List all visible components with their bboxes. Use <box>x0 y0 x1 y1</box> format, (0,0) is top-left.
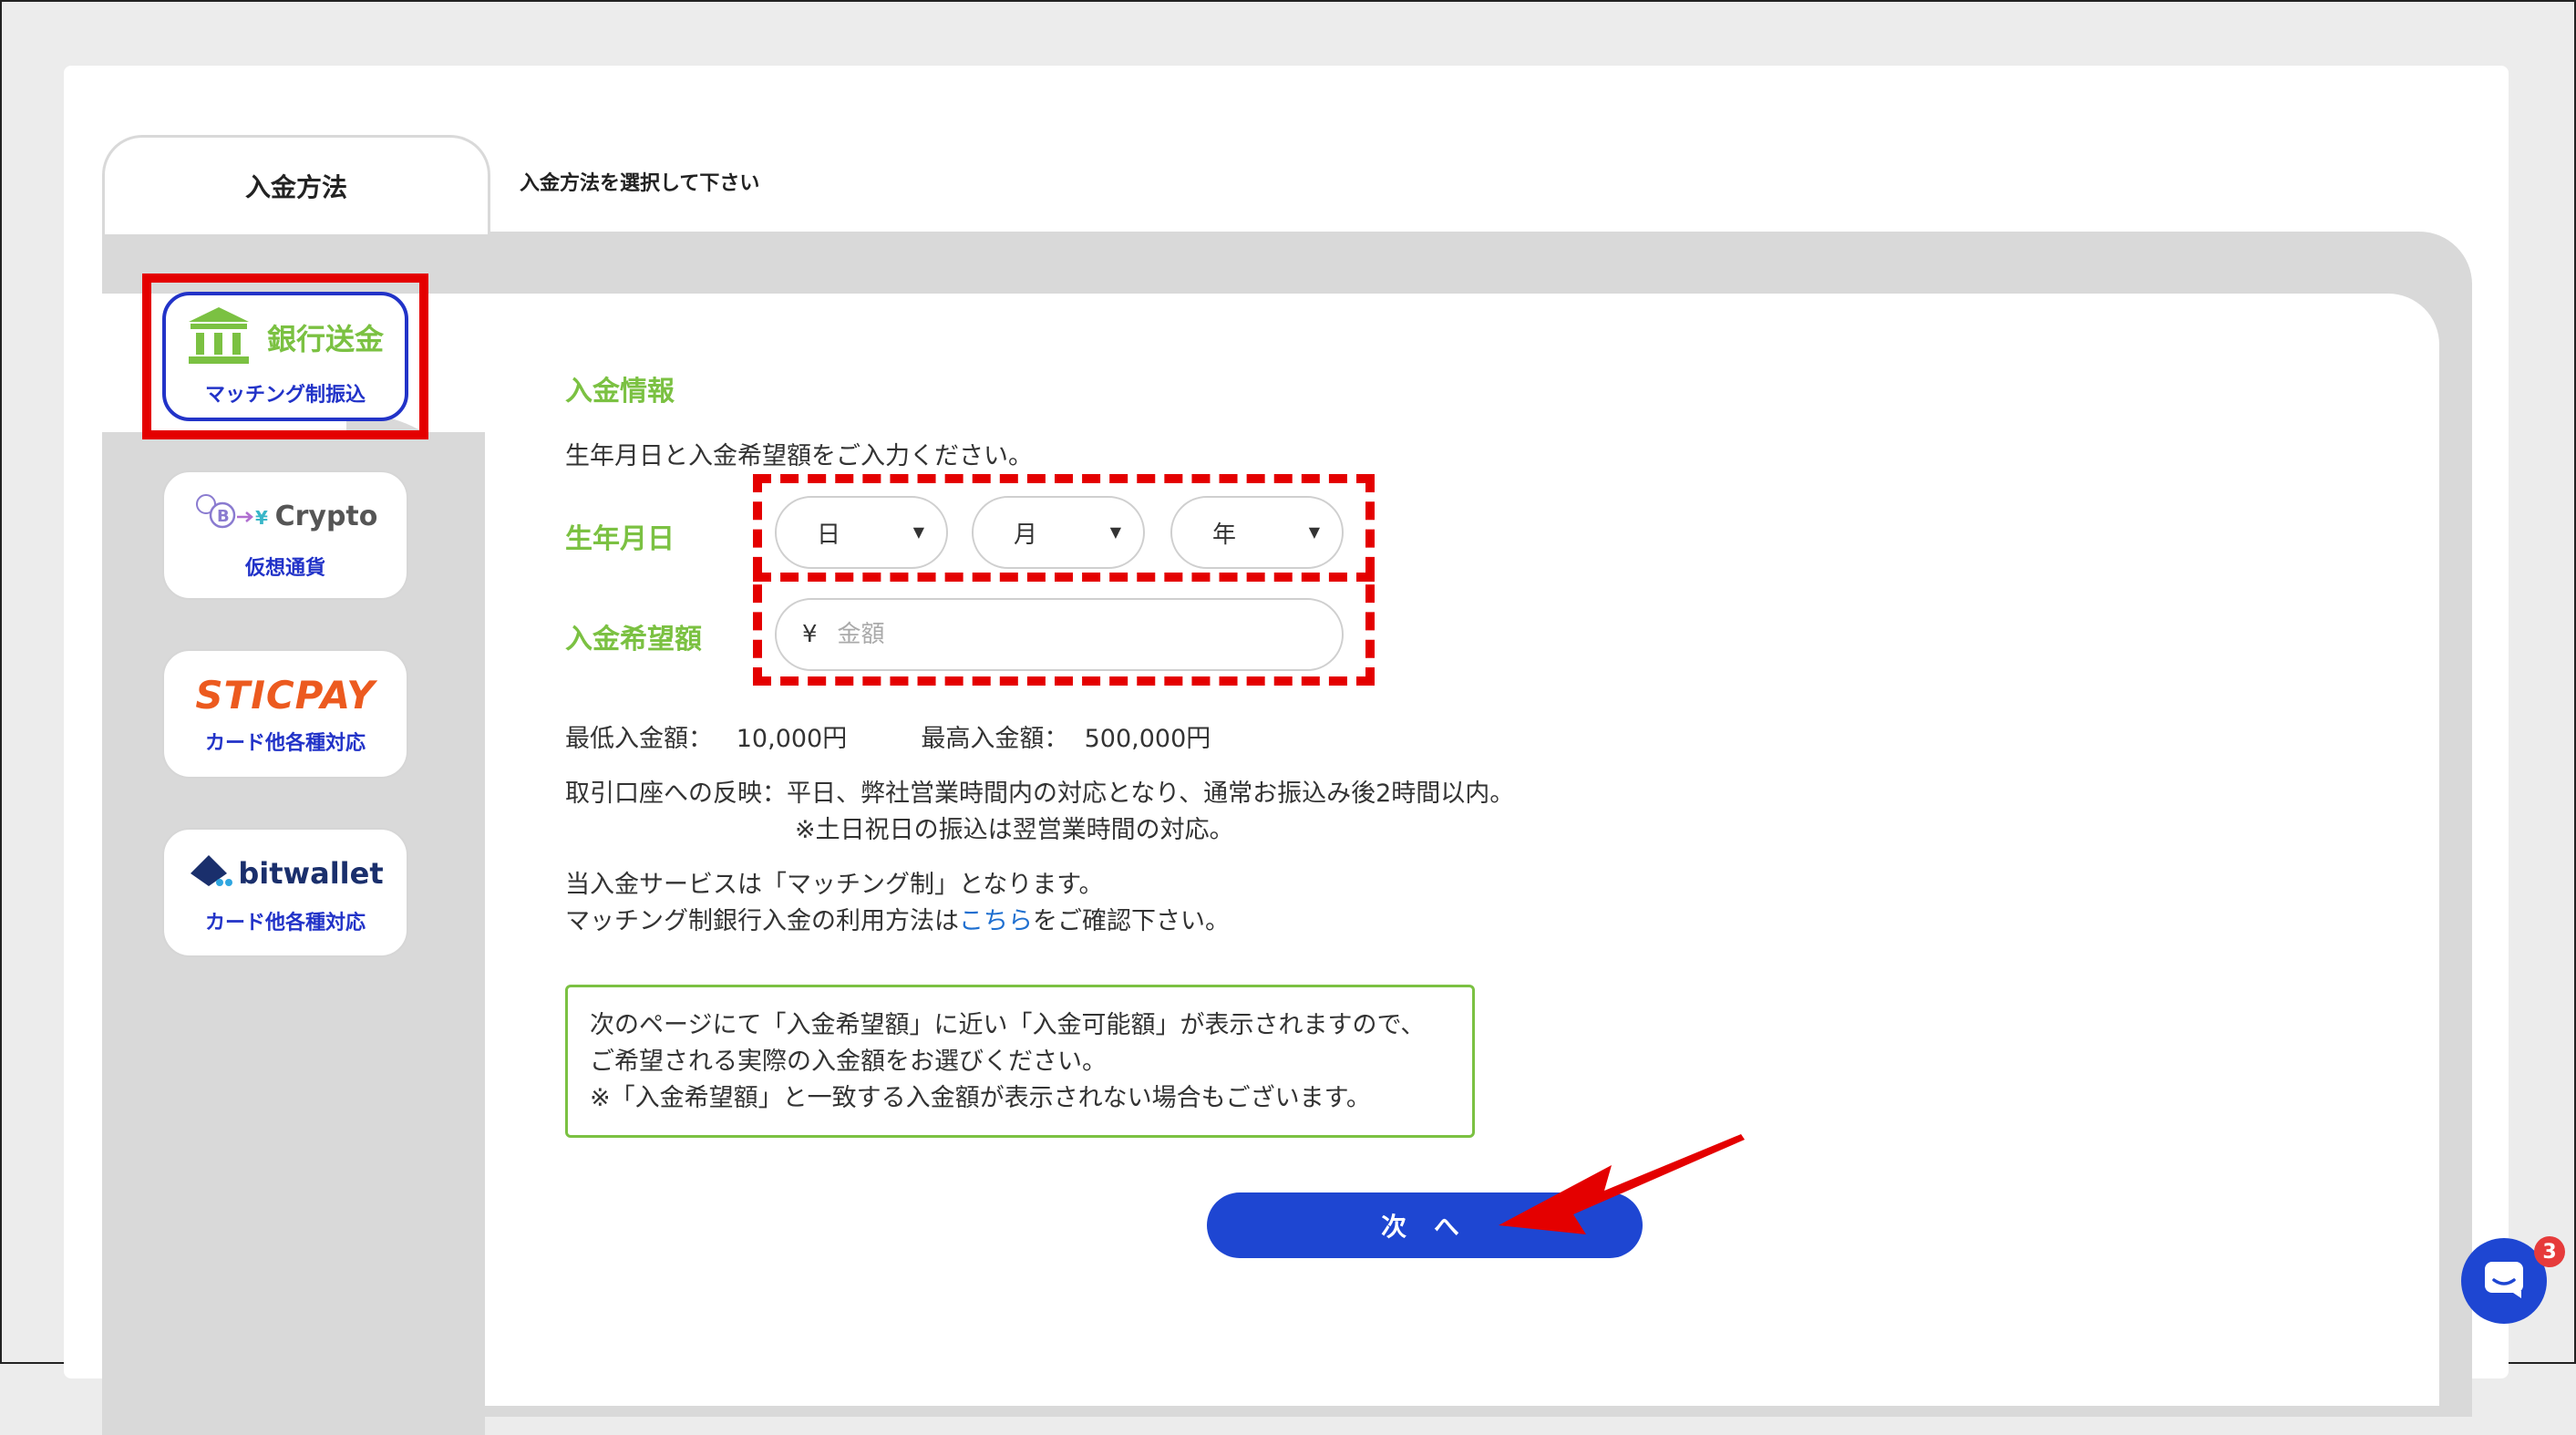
method-subtitle: 仮想通貨 <box>244 557 325 580</box>
usage-guide-link[interactable]: こちら <box>959 907 1033 935</box>
notice-line-1: 次のページにて「入金希望額」に近い「入金可能額」が表示されますので、 <box>590 1011 1426 1039</box>
method-bitwallet[interactable]: bitwallet カード他各種対応 <box>162 828 408 957</box>
method-subtitle: カード他各種対応 <box>204 731 366 755</box>
annotation-dashed-divider <box>753 573 1375 582</box>
method-title: bitwallet <box>238 856 384 891</box>
svg-text:¥: ¥ <box>255 507 268 529</box>
reflection-line-1: 取引口座への反映：平日、弊社営業時間内の対応となり、通常お振込み後2時間以内。 <box>565 779 1515 808</box>
notice-line-3: ※「入金希望額」と一致する入金額が表示されない場合もございます。 <box>590 1084 1371 1112</box>
method-crypto[interactable]: B ¥ Crypto 仮想通貨 <box>162 470 408 600</box>
bitwallet-logo <box>187 850 238 897</box>
sidebar-edge <box>421 432 485 1435</box>
method-subtitle: カード他各種対応 <box>204 912 366 934</box>
service-line-2: マッチング制銀行入金の利用方法はこちらをご確認下さい。 <box>565 901 1230 936</box>
service-line-2-suffix: をご確認下さい。 <box>1033 907 1230 935</box>
form-intro: 生年月日と入金希望額をご入力ください。 <box>565 442 1033 470</box>
notice-line-2: ご希望される実際の入金額をお選びください。 <box>590 1048 1107 1076</box>
crypto-icon: B ¥ <box>193 490 275 542</box>
reflection-line-2: ※土日祝日の振込は翌営業時間の対応。 <box>795 816 1234 844</box>
birthdate-label: 生年月日 <box>565 523 675 555</box>
notice-box: 次のページにて「入金希望額」に近い「入金可能額」が表示されますので、 ご希望され… <box>565 985 1475 1138</box>
section-title: 入金情報 <box>565 376 675 408</box>
max-value: 500,000円 <box>1084 725 1211 753</box>
sticpay-logo: STICPAY <box>195 672 376 718</box>
method-title: Crypto <box>274 500 378 532</box>
min-label: 最低入金額： <box>565 725 713 753</box>
annotation-arrow <box>1495 1127 1750 1249</box>
chat-notification-badge: 3 <box>2534 1236 2565 1267</box>
chat-icon <box>2483 1260 2525 1302</box>
deposit-limits: 最低入金額： 10,000円 最高入金額： 500,000円 <box>565 718 1211 754</box>
method-sticpay[interactable]: STICPAY カード他各種対応 <box>162 649 408 779</box>
svg-text:B: B <box>217 507 230 526</box>
min-value: 10,000円 <box>736 725 848 753</box>
service-line-1: 当入金サービスは「マッチング制」となります。 <box>565 871 1104 899</box>
annotation-highlight-box <box>142 274 428 439</box>
tab-hint: 入金方法を選択して下さい <box>520 172 760 195</box>
tab-deposit-method[interactable]: 入金方法 <box>102 135 490 234</box>
service-line-2-prefix: マッチング制銀行入金の利用方法は <box>565 907 959 935</box>
amount-label: 入金希望額 <box>565 624 702 656</box>
max-label: 最高入金額： <box>921 725 1069 753</box>
